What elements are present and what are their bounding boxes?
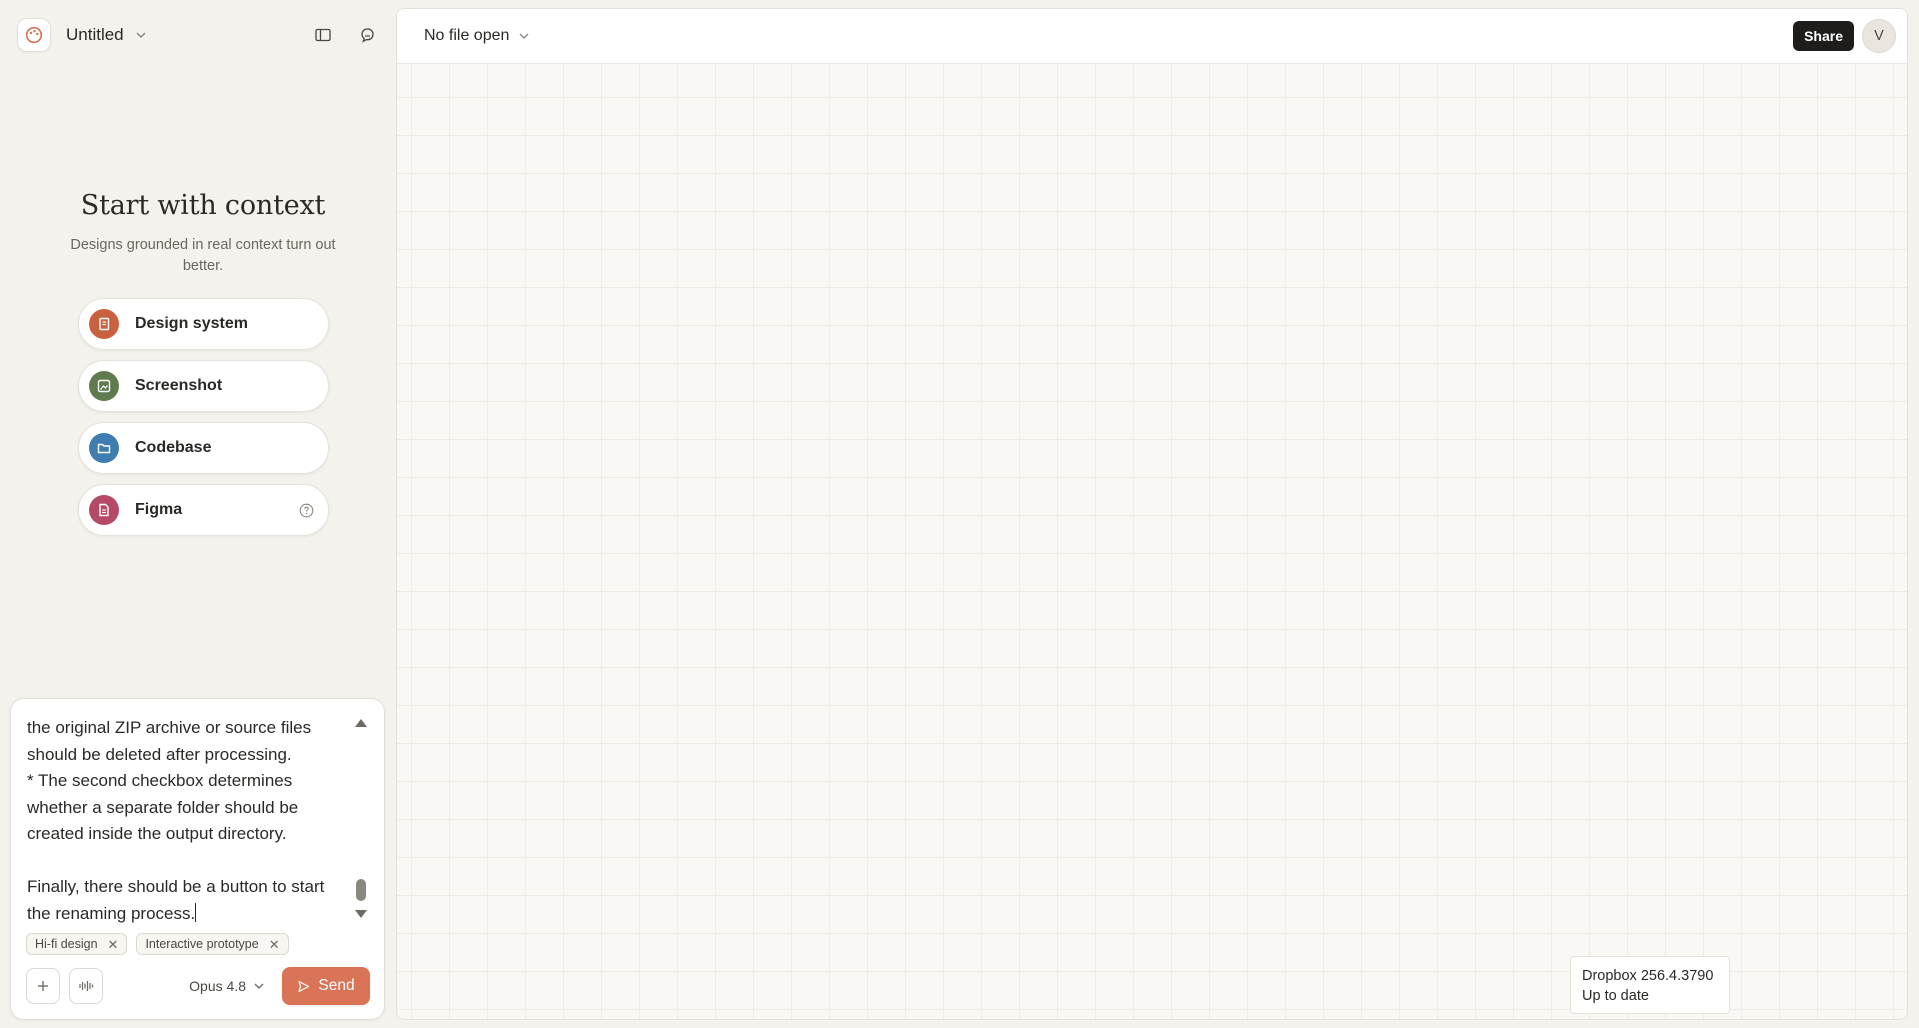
prompt-line: created inside the output directory.: [27, 824, 287, 843]
chip-hi-fi-design: Hi-fi design ✕: [26, 933, 128, 955]
context-title: Start with context: [80, 190, 326, 221]
context-item-figma[interactable]: Figma: [78, 484, 329, 536]
design-canvas[interactable]: No file open Share V: [396, 8, 1908, 1020]
document-icon: [89, 495, 119, 525]
chevron-down-icon: [519, 33, 529, 39]
prompt-line: whether a separate folder should be: [27, 797, 299, 817]
model-label: Opus 4.8: [189, 978, 246, 994]
chevron-down-icon: [254, 983, 264, 989]
project-topbar: Untitled: [17, 18, 382, 52]
close-icon[interactable]: ✕: [108, 938, 119, 951]
book-icon: [89, 309, 119, 339]
model-selector[interactable]: Opus 4.8: [189, 978, 264, 994]
scroll-down-arrow-icon[interactable]: [355, 910, 367, 918]
prompt-line: Finally, there should be a button to sta…: [27, 877, 325, 896]
chat-bell-icon[interactable]: [356, 24, 378, 46]
voice-input-button[interactable]: [69, 968, 103, 1004]
context-item-label: Screenshot: [135, 377, 223, 394]
chip-label: Interactive prototype: [145, 937, 259, 951]
chat-composer[interactable]: the original ZIP archive or source files…: [10, 698, 385, 1020]
context-item-design-system[interactable]: Design system: [78, 298, 329, 350]
context-options: Design system Screenshot Codebase Figma: [78, 298, 329, 546]
composer-actions: Opus 4.8 Send: [26, 967, 370, 1005]
context-item-codebase[interactable]: Codebase: [78, 422, 329, 474]
context-item-label: Figma: [135, 501, 183, 518]
folder-icon: [89, 433, 119, 463]
scrollbar-thumb[interactable]: [356, 879, 366, 901]
chevron-down-icon[interactable]: [136, 32, 146, 38]
context-item-label: Design system: [135, 315, 248, 332]
tag-chips: Hi-fi design ✕ Interactive prototype ✕: [26, 933, 289, 955]
chip-interactive-prototype: Interactive prototype ✕: [136, 933, 289, 955]
dropbox-status-toast: Dropbox 256.4.3790 Up to date: [1570, 956, 1730, 1014]
context-subtitle: Designs grounded in real context turn ou…: [70, 237, 336, 274]
toast-status: Up to date: [1582, 988, 1649, 1004]
prompt-line: * The second checkbox determines: [27, 771, 293, 790]
send-label: Send: [318, 977, 355, 994]
plus-icon: [38, 981, 48, 991]
canvas-header: No file open Share V: [397, 9, 1907, 64]
close-icon[interactable]: ✕: [269, 938, 280, 951]
sidebar-panel-icon[interactable]: [312, 24, 334, 46]
scroll-up-arrow-icon[interactable]: [355, 719, 367, 727]
file-selector-label: No file open: [424, 27, 510, 44]
prompt-line: the original ZIP archive or source files: [27, 718, 312, 737]
context-section: Start with context Designs grounded in r…: [0, 190, 406, 536]
context-item-label: Codebase: [135, 439, 212, 456]
share-button[interactable]: Share: [1793, 21, 1854, 51]
chip-label: Hi-fi design: [35, 937, 98, 951]
prompt-line: should be deleted after processing.: [27, 744, 292, 764]
file-selector[interactable]: No file open: [424, 27, 529, 45]
palette-icon[interactable]: [17, 18, 51, 52]
avatar[interactable]: V: [1862, 19, 1896, 53]
context-item-screenshot[interactable]: Screenshot: [78, 360, 329, 412]
prompt-line: the renaming process.: [27, 903, 196, 923]
left-panel: Untitled Start with context Designs grou…: [0, 0, 394, 1028]
project-title[interactable]: Untitled: [66, 25, 124, 45]
help-icon[interactable]: [299, 503, 314, 518]
send-icon: [298, 980, 310, 992]
text-caret: [195, 902, 197, 922]
waveform-icon: [79, 981, 94, 991]
toast-title: Dropbox 256.4.3790: [1582, 968, 1714, 984]
send-button[interactable]: Send: [282, 967, 370, 1005]
add-attachment-button[interactable]: [26, 968, 60, 1004]
prompt-textarea[interactable]: the original ZIP archive or source files…: [27, 715, 357, 927]
image-icon: [89, 371, 119, 401]
